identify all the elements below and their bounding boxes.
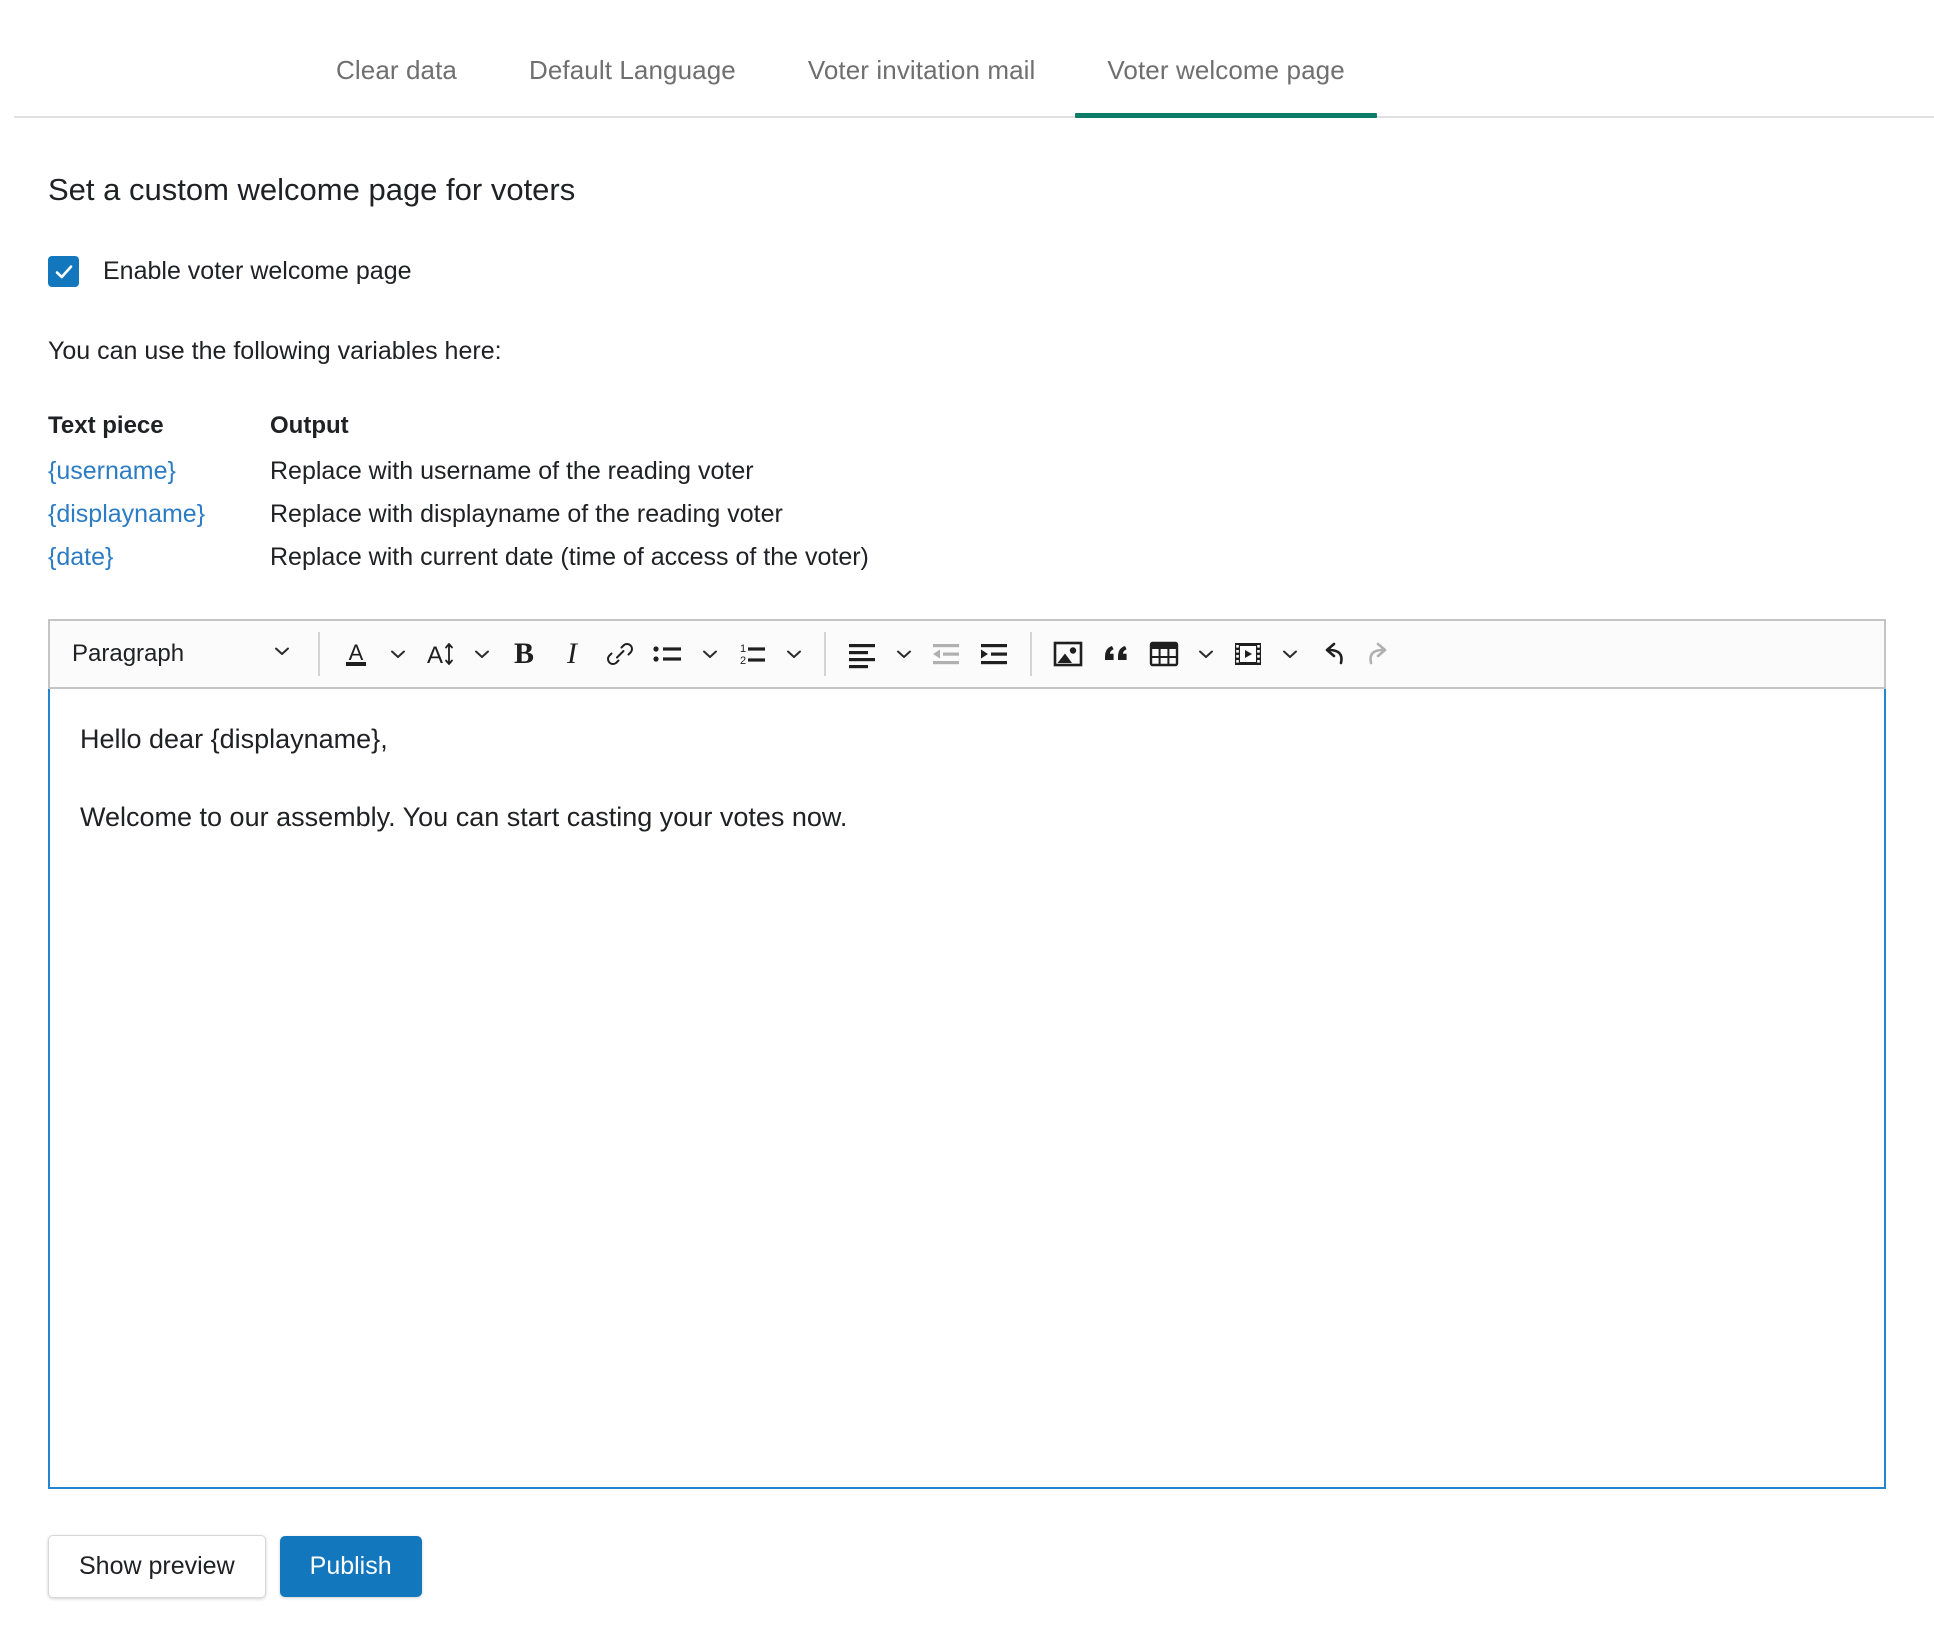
column-header-output: Output (270, 412, 869, 450)
column-header-text-piece: Text piece (48, 412, 270, 450)
paragraph-style-dropdown[interactable]: Paragraph (56, 628, 306, 680)
svg-text:A: A (427, 642, 443, 669)
table-row: {displayname} Replace with displayname o… (48, 493, 869, 536)
text-align-button[interactable] (838, 628, 886, 680)
insert-table-dropdown-chevron[interactable] (1188, 628, 1224, 680)
checkbox-checked-icon (48, 256, 79, 287)
numbered-list-button[interactable]: 1 2 (728, 628, 776, 680)
toolbar-group-text-format: A A B (332, 621, 812, 687)
variables-hint: You can use the following variables here… (48, 337, 1886, 366)
bulleted-list-button[interactable] (644, 628, 692, 680)
font-color-dropdown-chevron[interactable] (380, 628, 416, 680)
toolbar-group-insert (1044, 621, 1404, 687)
table-row: {date} Replace with current date (time o… (48, 536, 869, 579)
tab-label: Default Language (529, 55, 736, 85)
editor-paragraph: Hello dear {displayname}, (80, 723, 1854, 757)
increase-indent-button[interactable] (970, 628, 1018, 680)
undo-button[interactable] (1308, 628, 1356, 680)
table-row: {username} Replace with username of the … (48, 450, 869, 493)
toolbar-group-alignment (838, 621, 1018, 687)
svg-text:1: 1 (740, 643, 746, 655)
chevron-down-icon (272, 640, 292, 668)
checkbox-label: Enable voter welcome page (103, 257, 412, 286)
bulleted-list-dropdown-chevron[interactable] (692, 628, 728, 680)
svg-text:A: A (349, 640, 364, 665)
main-content: Set a custom welcome page for voters Ena… (0, 172, 1934, 1598)
font-size-button[interactable]: A (416, 628, 464, 680)
publish-button[interactable]: Publish (280, 1536, 422, 1597)
bold-button[interactable]: B (500, 628, 548, 680)
tab-voter-invitation-mail[interactable]: Voter invitation mail (772, 55, 1072, 118)
italic-label: I (567, 637, 577, 671)
blockquote-button[interactable] (1092, 628, 1140, 680)
enable-voter-welcome-page-checkbox[interactable]: Enable voter welcome page (48, 256, 412, 287)
tab-label: Clear data (336, 55, 457, 85)
variable-output: Replace with username of the reading vot… (270, 450, 869, 493)
font-color-button[interactable]: A (332, 628, 380, 680)
editor-paragraph: Welcome to our assembly. You can start c… (80, 801, 1854, 835)
show-preview-button[interactable]: Show preview (48, 1535, 266, 1598)
variable-output: Replace with displayname of the reading … (270, 493, 869, 536)
tab-clear-data[interactable]: Clear data (300, 55, 493, 118)
toolbar-divider (1030, 632, 1032, 676)
toolbar-divider (318, 632, 320, 676)
redo-button[interactable] (1356, 628, 1404, 680)
toolbar-group-block-style: Paragraph (56, 621, 306, 687)
tab-label: Voter welcome page (1107, 55, 1344, 85)
paragraph-style-value: Paragraph (72, 640, 184, 668)
bold-label: B (514, 637, 534, 671)
insert-table-button[interactable] (1140, 628, 1188, 680)
link-button[interactable] (596, 628, 644, 680)
tab-default-language[interactable]: Default Language (493, 55, 772, 118)
tab-voter-welcome-page[interactable]: Voter welcome page (1071, 55, 1380, 118)
decrease-indent-button[interactable] (922, 628, 970, 680)
editor-toolbar: Paragraph A (48, 619, 1886, 689)
insert-image-button[interactable] (1044, 628, 1092, 680)
editor-content-area[interactable]: Hello dear {displayname}, Welcome to our… (48, 689, 1886, 1489)
variables-table: Text piece Output {username} Replace wit… (48, 412, 869, 579)
variable-token: {username} (48, 450, 270, 493)
text-align-dropdown-chevron[interactable] (886, 628, 922, 680)
insert-media-dropdown-chevron[interactable] (1272, 628, 1308, 680)
variable-token: {displayname} (48, 493, 270, 536)
tab-label: Voter invitation mail (808, 55, 1036, 85)
toolbar-divider (824, 632, 826, 676)
font-size-dropdown-chevron[interactable] (464, 628, 500, 680)
insert-media-button[interactable] (1224, 628, 1272, 680)
svg-text:2: 2 (740, 655, 746, 667)
tab-bar: Clear data Default Language Voter invita… (0, 0, 1934, 118)
footer-actions: Show preview Publish (48, 1535, 1886, 1598)
numbered-list-dropdown-chevron[interactable] (776, 628, 812, 680)
italic-button[interactable]: I (548, 628, 596, 680)
variable-token: {date} (48, 536, 270, 579)
variable-output: Replace with current date (time of acces… (270, 536, 869, 579)
table-header-row: Text piece Output (48, 412, 869, 450)
rich-text-editor: Paragraph A (48, 619, 1886, 1489)
page-title: Set a custom welcome page for voters (48, 172, 1886, 208)
